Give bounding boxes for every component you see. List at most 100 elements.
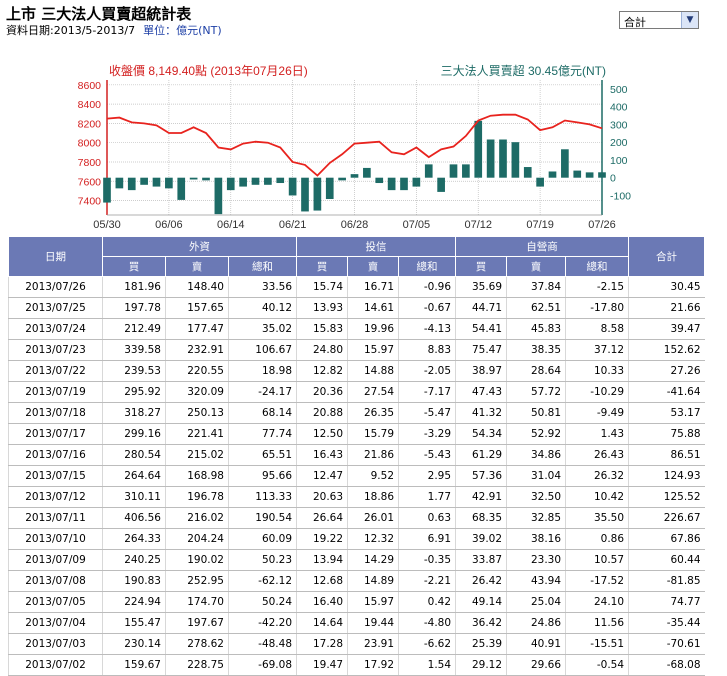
header-trust: 投信	[296, 236, 457, 257]
row-date: 2013/07/18	[8, 402, 103, 424]
right-tick-label: 0	[610, 173, 616, 185]
row-value: 29.66	[506, 654, 566, 676]
row-value: 25.39	[455, 633, 507, 655]
row-value: -2.15	[565, 276, 629, 298]
row-value: 24.80	[296, 339, 348, 361]
net-bar	[449, 164, 458, 178]
row-value: 320.09	[165, 381, 229, 403]
row-value: 240.25	[102, 549, 166, 571]
row-value: -4.80	[398, 612, 456, 634]
x-tick-label: 07/12	[464, 219, 492, 231]
row-value: 264.64	[102, 465, 166, 487]
net-bar	[598, 172, 606, 178]
net-bar	[499, 139, 507, 178]
row-date: 2013/07/08	[8, 570, 103, 592]
row-value: 26.01	[347, 507, 399, 529]
row-date: 2013/07/26	[8, 276, 103, 298]
table-row: 2013/07/19 295.92 320.09 -24.17 20.36 27.54 -7…	[8, 381, 705, 403]
row-value: 204.24	[165, 528, 229, 550]
net-bar	[226, 177, 235, 191]
row-value: 68.35	[455, 507, 507, 529]
row-date: 2013/07/23	[8, 339, 103, 361]
row-value: 9.52	[347, 465, 399, 487]
row-value: 212.49	[102, 318, 166, 340]
row-value: 197.78	[102, 297, 166, 319]
row-value: 23.30	[506, 549, 566, 571]
chevron-down-icon[interactable]: ▼	[681, 12, 698, 28]
summary-select[interactable]: 合計 ▼	[619, 11, 699, 29]
table-row: 2013/07/10 264.33 204.24 60.09 19.22 12.32 6.9…	[8, 528, 705, 550]
row-value: 1.54	[398, 654, 456, 676]
row-value: 230.14	[102, 633, 166, 655]
row-value: 21.86	[347, 444, 399, 466]
row-date: 2013/07/05	[8, 591, 103, 613]
row-value: 11.56	[565, 612, 629, 634]
institutional-chart: 收盤價 8,149.40點 (2013年07月26日) 三大法人買賣超 30.45…	[78, 63, 632, 231]
row-value: 0.86	[565, 528, 629, 550]
row-value: 23.91	[347, 633, 399, 655]
row-date: 2013/07/22	[8, 360, 103, 382]
row-value: 220.55	[165, 360, 229, 382]
row-value: 37.12	[565, 339, 629, 361]
right-tick-label: 300	[610, 119, 628, 131]
x-tick-label: 07/19	[526, 219, 554, 231]
row-value: 38.97	[455, 360, 507, 382]
row-value: 1.77	[398, 486, 456, 508]
row-value: 35.69	[455, 276, 507, 298]
row-value: -69.08	[227, 654, 297, 676]
table-row: 2013/07/11 406.56 216.02 190.54 26.64 26.01 0.…	[8, 507, 705, 529]
row-value: 157.65	[165, 297, 229, 319]
row-value: 39.47	[628, 318, 705, 340]
right-tick-label: 500	[610, 84, 628, 96]
row-value: -6.62	[398, 633, 456, 655]
row-value: 16.71	[347, 276, 399, 298]
table-row: 2013/07/12 310.11 196.78 113.33 20.63 18.86 1.…	[8, 486, 705, 508]
row-value: 224.94	[102, 591, 166, 613]
row-value: 18.86	[347, 486, 399, 508]
row-date: 2013/07/04	[8, 612, 103, 634]
net-bar	[462, 164, 470, 178]
row-value: -0.67	[398, 297, 456, 319]
row-value: 32.50	[506, 486, 566, 508]
net-bar	[474, 120, 483, 178]
row-value: 57.72	[506, 381, 566, 403]
row-value: 20.36	[296, 381, 348, 403]
row-value: -2.21	[398, 570, 456, 592]
row-date: 2013/07/03	[8, 633, 103, 655]
x-tick-label: 06/28	[341, 219, 369, 231]
subheader-buy: 買	[455, 256, 508, 277]
x-tick-label: 06/06	[155, 219, 183, 231]
row-value: 42.91	[455, 486, 507, 508]
subheader-sell: 賣	[165, 256, 229, 277]
row-value: 250.13	[165, 402, 229, 424]
row-date: 2013/07/25	[8, 297, 103, 319]
row-value: 28.64	[506, 360, 566, 382]
row-value: 215.02	[165, 444, 229, 466]
row-date: 2013/07/15	[8, 465, 103, 487]
table-row: 2013/07/24 212.49 177.47 35.02 15.83 19.96 -4.…	[8, 318, 705, 340]
net-bar	[375, 177, 384, 184]
row-value: 27.26	[628, 360, 705, 382]
row-value: 12.47	[296, 465, 348, 487]
row-value: 57.36	[455, 465, 507, 487]
net-bar	[350, 174, 359, 178]
row-value: 43.94	[506, 570, 566, 592]
right-legend: 三大法人買賣超 30.45億元(NT)	[441, 63, 606, 78]
row-value: 54.34	[455, 423, 507, 445]
row-value: 181.96	[102, 276, 166, 298]
row-value: 190.83	[102, 570, 166, 592]
row-value: 125.52	[628, 486, 705, 508]
net-bar	[585, 172, 594, 178]
row-value: 1.43	[565, 423, 629, 445]
row-value: 17.92	[347, 654, 399, 676]
row-value: 174.70	[165, 591, 229, 613]
row-value: 106.67	[227, 339, 297, 361]
row-date: 2013/07/17	[8, 423, 103, 445]
row-value: 53.17	[628, 402, 705, 424]
row-value: -48.48	[227, 633, 297, 655]
select-value: 合計	[624, 16, 646, 29]
row-value: 95.66	[227, 465, 297, 487]
net-bar	[523, 167, 532, 178]
net-bar	[214, 177, 223, 215]
row-value: 159.67	[102, 654, 166, 676]
